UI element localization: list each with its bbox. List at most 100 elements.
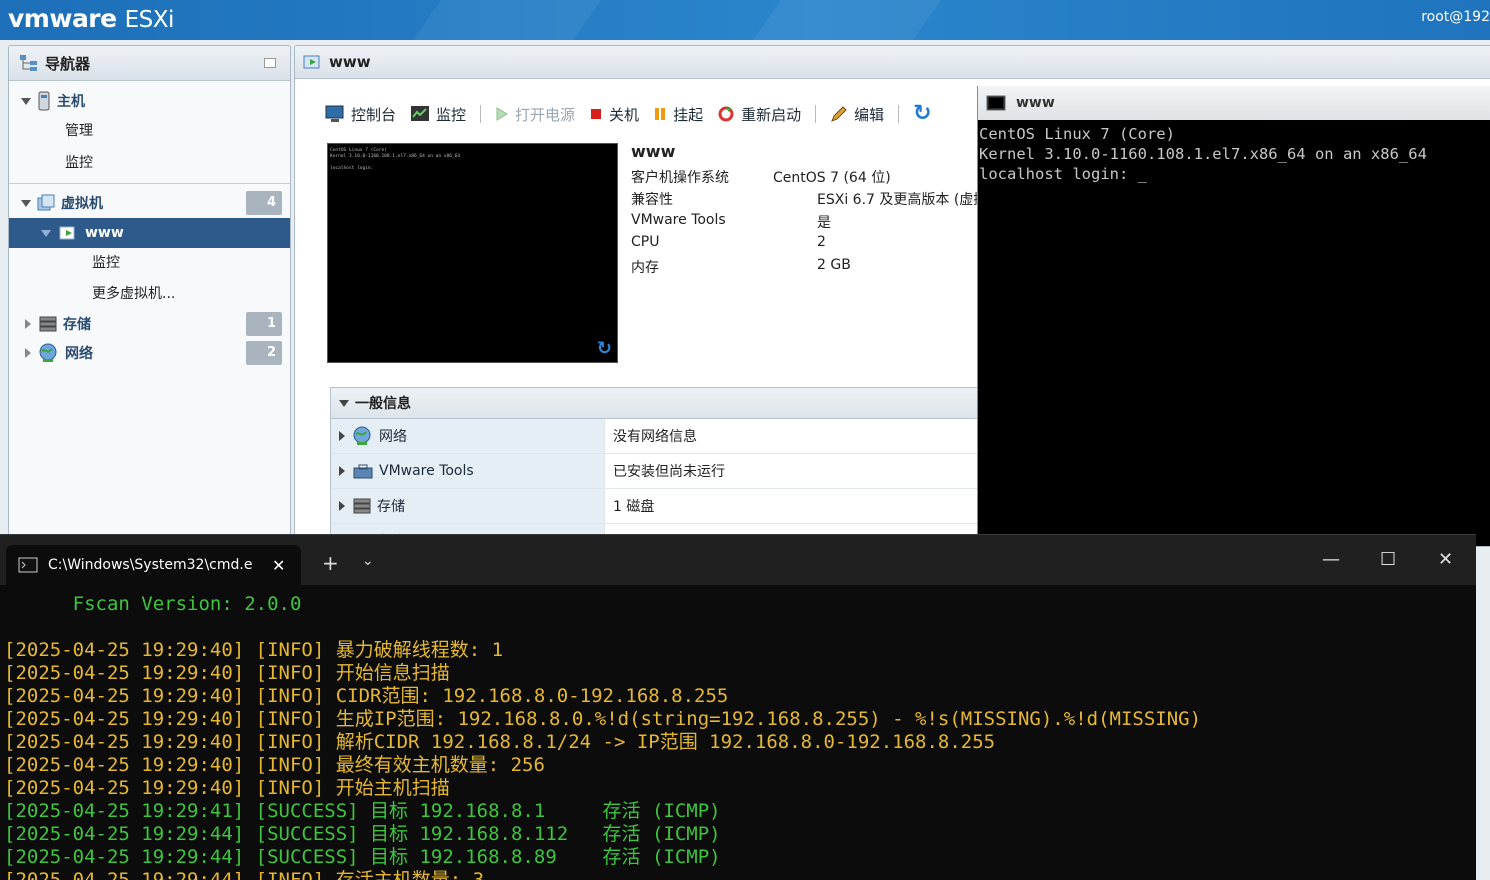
vm-panel-title: www [329,53,371,71]
nav-host[interactable]: 主机 [9,86,290,116]
nav-storage[interactable]: 存储 1 [9,309,290,339]
pencil-icon [831,106,847,122]
nav-network[interactable]: 网络 2 [9,338,290,368]
navigator-header: 导航器 [9,46,290,81]
pause-icon [655,108,666,120]
terminal-tab[interactable]: C:\Windows\System32\cmd.e ✕ [6,545,301,585]
storage-count-badge: 1 [246,312,282,336]
general-row-network[interactable]: 网络 没有网络信息 [331,419,991,454]
expand-icon[interactable] [25,348,31,358]
collapse-icon[interactable] [21,97,31,105]
nav-vms[interactable]: 虚拟机 4 [9,188,290,218]
nav-vm-monitor[interactable]: 监控 [9,247,290,277]
restart-button[interactable]: 重新启动 [717,104,801,125]
general-row-storage[interactable]: 存储 1 磁盘 [331,489,991,524]
vm-count-badge: 4 [246,191,282,215]
info-value: CentOS 7 (64 位) [773,170,891,186]
terminal-line: [2025-04-25 19:29:40] [INFO] 暴力破解线程数: 1 [4,639,504,661]
general-info-panel: 一般信息 网络 没有网络信息 VMware Tools 已安装但尚未运行 存储 … [330,387,992,546]
info-value: 2 [817,234,826,250]
expand-icon[interactable] [339,501,345,511]
network-globe-icon [39,343,57,362]
restart-icon [718,106,734,122]
console-icon [325,105,344,122]
console-button[interactable]: 控制台 [325,104,396,125]
terminal-line: [2025-04-25 19:29:40] [INFO] 生成IP范围: 192… [4,708,1202,730]
info-key: 客户机操作系统 [631,170,729,186]
navigator-icon [20,55,37,71]
toolbox-icon [353,464,373,479]
chevron-down-icon[interactable]: ⌄ [362,553,374,569]
nav-more-vms[interactable]: 更多虚拟机... [9,278,290,308]
expand-icon[interactable] [339,431,345,441]
expand-icon[interactable] [25,319,31,329]
terminal-output[interactable]: Fscan Version: 2.0.0 [2025-04-25 19:29:4… [4,593,1201,880]
top-bar: vmware ESXi root@192 [0,0,1490,40]
edit-button[interactable]: 编辑 [830,104,884,125]
console-screen[interactable]: CentOS Linux 7 (Core) Kernel 3.10.0-1160.… [978,120,1490,184]
expand-icon[interactable] [339,466,345,476]
terminal-line: [2025-04-25 19:29:40] [INFO] 最终有效主机数量: 2… [4,754,545,776]
vmware-esxi-logo: vmware ESXi [8,4,174,33]
navigator-panel: 导航器 主机 管理 监控 虚拟机 4 www 监控 更多虚拟机... 存储 1 … [8,45,291,547]
console-window-icon [986,95,1006,111]
vm-console-window[interactable]: www CentOS Linux 7 (Core) Kernel 3.10.0-1… [977,86,1490,546]
network-count-badge: 2 [246,341,282,365]
info-value: 是 [817,215,831,231]
play-icon [496,107,509,121]
network-globe-icon [353,426,371,445]
terminal-line: [2025-04-25 19:29:44] [SUCCESS] 目标 192.1… [4,846,721,868]
cmd-icon [18,557,38,573]
shutdown-button[interactable]: 关机 [589,104,639,125]
terminal-line: [2025-04-25 19:29:41] [SUCCESS] 目标 192.1… [4,800,721,822]
close-window-icon[interactable]: ✕ [1438,549,1453,570]
storage-icon [353,498,371,514]
monitor-chart-icon [411,106,430,121]
terminal-window[interactable]: C:\Windows\System32\cmd.e ✕ + ⌄ — ☐ ✕ Fs… [0,534,1476,880]
terminal-line: Fscan Version: 2.0.0 [4,593,302,615]
info-value: ESXi 6.7 及更高版本 (虚拟 [817,192,988,208]
info-key: 兼容性 [631,192,673,208]
vm-console-thumbnail[interactable]: CentOS Linux 7 (Core) Kernel 3.10.0-1160… [327,143,618,363]
refresh-button[interactable]: ↻ [913,101,932,126]
terminal-line: [2025-04-25 19:29:40] [INFO] CIDR范围: 192… [4,685,729,707]
collapse-icon[interactable] [21,199,31,207]
stop-icon [591,109,602,119]
monitor-button[interactable]: 监控 [410,104,466,125]
general-row-vmware-tools[interactable]: VMware Tools 已安装但尚未运行 [331,454,991,489]
collapse-icon[interactable] [41,229,51,237]
terminal-line: [2025-04-25 19:29:44] [INFO] 存活主机数量: 3 [4,869,485,880]
vm-running-icon [303,55,320,69]
refresh-icon[interactable]: ↻ [597,338,612,359]
vm-group-icon [37,194,55,211]
vm-running-icon [59,226,75,240]
close-tab-icon[interactable]: ✕ [272,556,285,575]
navigator-title: 导航器 [45,54,91,73]
collapse-icon[interactable] [339,399,349,407]
nav-host-manage[interactable]: 管理 [9,115,290,145]
info-value: 2 GB [817,257,851,273]
general-info-header[interactable]: 一般信息 [331,388,991,419]
user-menu[interactable]: root@192 [1421,9,1490,25]
info-key: 内存 [631,260,659,276]
suspend-button[interactable]: 挂起 [653,104,703,125]
info-key: VMware Tools [631,212,726,228]
maximize-window-icon[interactable]: ☐ [1380,549,1396,570]
terminal-tab-bar: C:\Windows\System32\cmd.e ✕ + ⌄ — ☐ ✕ [0,535,1476,585]
new-tab-icon[interactable]: + [322,551,339,575]
host-icon [38,91,50,111]
minimize-icon[interactable] [264,58,276,68]
nav-host-monitor[interactable]: 监控 [9,147,290,177]
vm-panel-header: www [295,46,1490,79]
terminal-line: [2025-04-25 19:29:40] [INFO] 开始信息扫描 [4,662,450,684]
terminal-line: [2025-04-25 19:29:40] [INFO] 解析CIDR 192.… [4,731,996,753]
nav-vm-www[interactable]: www [9,218,290,248]
vm-toolbar: 控制台 监控 打开电源 关机 挂起 重新启动 编辑 ↻ [325,102,946,126]
console-titlebar[interactable]: www [978,86,1490,120]
refresh-icon: ↻ [913,101,932,126]
info-key: CPU [631,234,660,250]
power-on-button[interactable]: 打开电源 [495,104,575,125]
terminal-line: [2025-04-25 19:29:40] [INFO] 开始主机扫描 [4,777,450,799]
minimize-window-icon[interactable]: — [1322,549,1340,570]
